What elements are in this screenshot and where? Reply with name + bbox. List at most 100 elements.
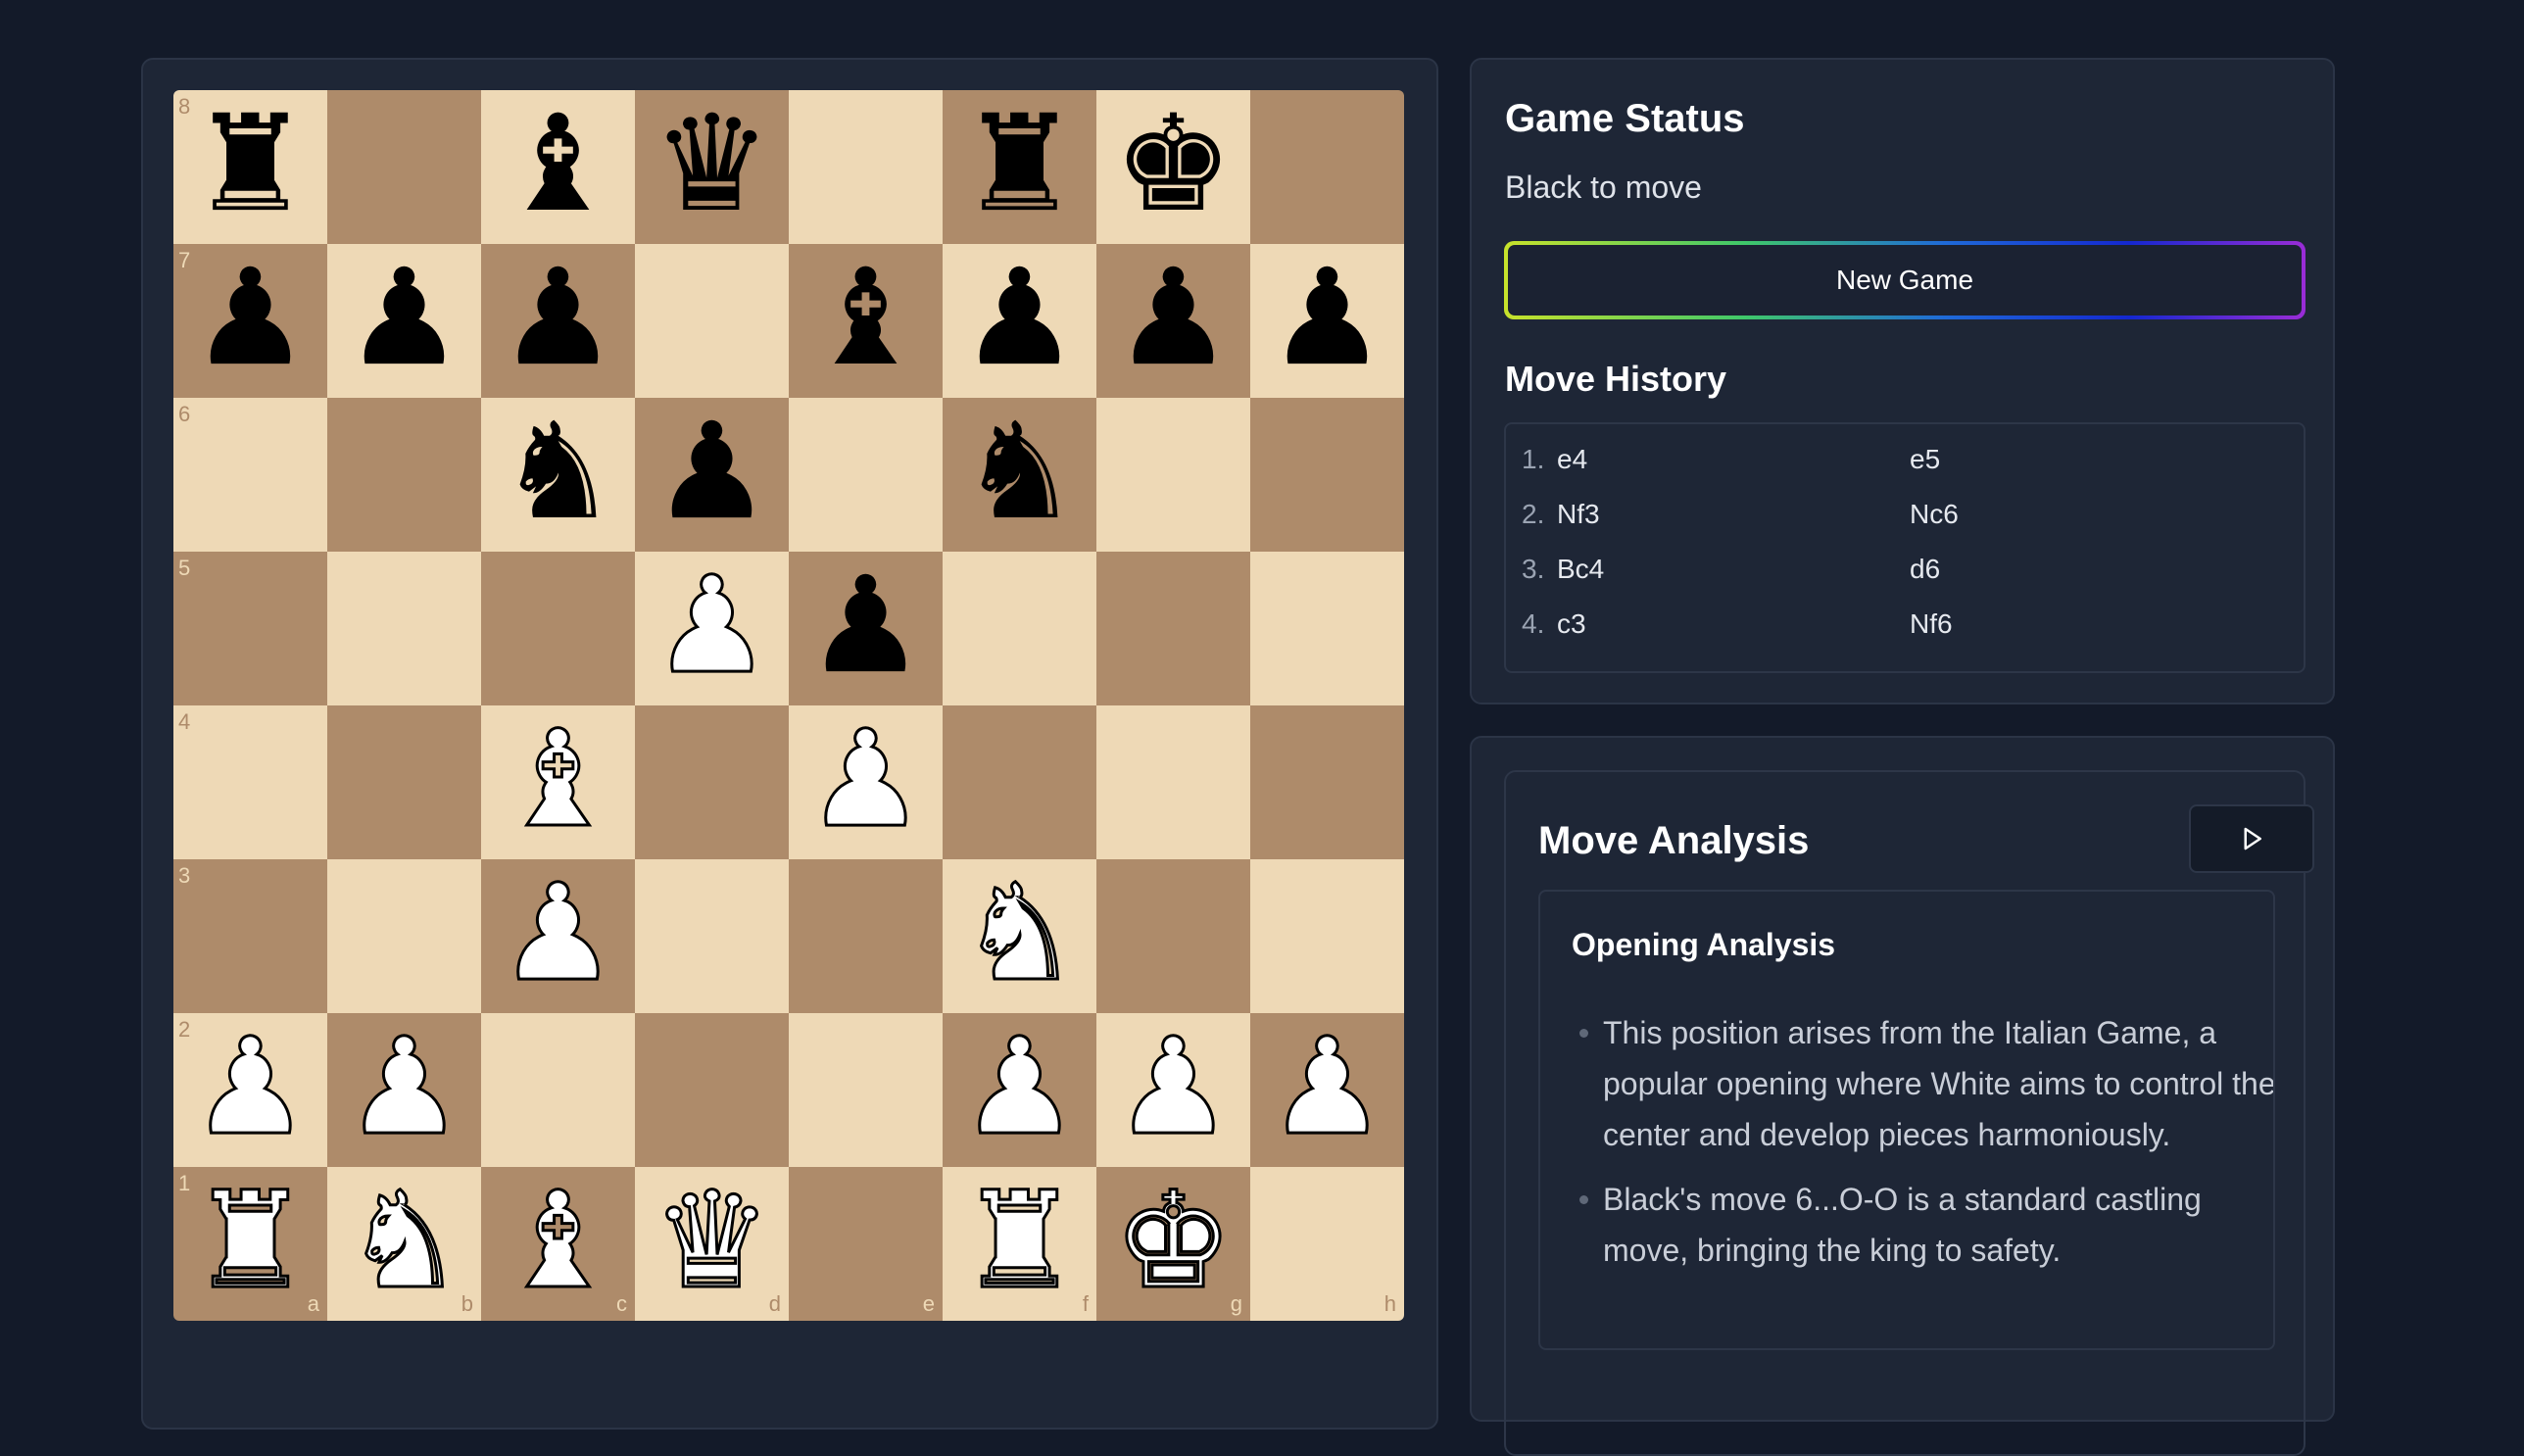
square-d4[interactable] xyxy=(635,705,789,859)
square-e3[interactable] xyxy=(789,859,943,1013)
square-g4[interactable] xyxy=(1096,705,1250,859)
square-c3[interactable]: ♟ xyxy=(481,859,635,1013)
white-move[interactable]: c3 xyxy=(1557,608,1586,640)
white-pawn-piece[interactable]: ♟ xyxy=(343,1019,465,1155)
square-f8[interactable]: ♜ xyxy=(943,90,1096,244)
black-rook-piece[interactable]: ♜ xyxy=(191,98,311,231)
square-e7[interactable]: ♝ xyxy=(789,244,943,398)
black-bishop-piece[interactable]: ♝ xyxy=(806,252,926,385)
square-f6[interactable]: ♞ xyxy=(943,398,1096,552)
black-move[interactable]: e5 xyxy=(1910,444,1940,475)
square-f3[interactable]: ♞ xyxy=(943,859,1096,1013)
square-h8[interactable] xyxy=(1250,90,1404,244)
square-c5[interactable] xyxy=(481,552,635,705)
white-move[interactable]: e4 xyxy=(1557,444,1587,475)
black-knight-piece[interactable]: ♞ xyxy=(499,406,618,539)
black-king-piece[interactable]: ♚ xyxy=(1114,98,1234,231)
square-d5[interactable]: ♟ xyxy=(635,552,789,705)
white-rook-piece[interactable]: ♜ xyxy=(189,1173,312,1309)
square-b6[interactable] xyxy=(327,398,481,552)
square-e5[interactable]: ♟ xyxy=(789,552,943,705)
square-h1[interactable]: h xyxy=(1250,1167,1404,1321)
black-move[interactable]: d6 xyxy=(1910,554,1940,585)
square-a3[interactable]: 3 xyxy=(173,859,327,1013)
square-e6[interactable] xyxy=(789,398,943,552)
white-pawn-piece[interactable]: ♟ xyxy=(1112,1019,1235,1155)
square-c2[interactable] xyxy=(481,1013,635,1167)
black-bishop-piece[interactable]: ♝ xyxy=(499,98,618,231)
white-pawn-piece[interactable]: ♟ xyxy=(651,558,773,694)
square-h6[interactable] xyxy=(1250,398,1404,552)
square-b3[interactable] xyxy=(327,859,481,1013)
square-g3[interactable] xyxy=(1096,859,1250,1013)
square-d8[interactable]: ♛ xyxy=(635,90,789,244)
white-pawn-piece[interactable]: ♟ xyxy=(804,711,927,848)
square-g5[interactable] xyxy=(1096,552,1250,705)
square-g1[interactable]: g ♚ xyxy=(1096,1167,1250,1321)
square-d6[interactable]: ♟ xyxy=(635,398,789,552)
black-pawn-piece[interactable]: ♟ xyxy=(499,252,618,385)
square-h2[interactable]: ♟ xyxy=(1250,1013,1404,1167)
black-pawn-piece[interactable]: ♟ xyxy=(806,559,926,693)
black-pawn-piece[interactable]: ♟ xyxy=(191,252,311,385)
square-b8[interactable] xyxy=(327,90,481,244)
square-d3[interactable] xyxy=(635,859,789,1013)
black-move[interactable]: Nf6 xyxy=(1910,608,1953,640)
square-b2[interactable]: ♟ xyxy=(327,1013,481,1167)
square-d7[interactable] xyxy=(635,244,789,398)
square-c7[interactable]: ♟ xyxy=(481,244,635,398)
white-move[interactable]: Nf3 xyxy=(1557,499,1600,530)
square-g6[interactable] xyxy=(1096,398,1250,552)
square-a5[interactable]: 5 xyxy=(173,552,327,705)
square-g7[interactable]: ♟ xyxy=(1096,244,1250,398)
white-pawn-piece[interactable]: ♟ xyxy=(497,865,619,1001)
square-d1[interactable]: d ♛ xyxy=(635,1167,789,1321)
black-move[interactable]: Nc6 xyxy=(1910,499,1959,530)
black-rook-piece[interactable]: ♜ xyxy=(960,98,1080,231)
white-rook-piece[interactable]: ♜ xyxy=(958,1173,1081,1309)
square-f4[interactable] xyxy=(943,705,1096,859)
square-c6[interactable]: ♞ xyxy=(481,398,635,552)
chess-board[interactable]: 8 ♜ ♝ ♛ ♜ ♚ 7 ♟ ♟ ♟ ♝ ♟ ♟ ♟ 6 ♞ ♟ ♞ 5 ♟ ♟ 4 ♝ ♟ 3 ♟ ♞ 2 ♟ ♟ ♟ ♟ ♟ 1 a ♜ b ♞ c ♝… xyxy=(173,90,1404,1321)
white-bishop-piece[interactable]: ♝ xyxy=(497,1173,619,1309)
black-pawn-piece[interactable]: ♟ xyxy=(345,252,464,385)
square-c8[interactable]: ♝ xyxy=(481,90,635,244)
white-queen-piece[interactable]: ♛ xyxy=(651,1173,773,1309)
square-e1[interactable]: e xyxy=(789,1167,943,1321)
square-g2[interactable]: ♟ xyxy=(1096,1013,1250,1167)
square-h3[interactable] xyxy=(1250,859,1404,1013)
square-a6[interactable]: 6 xyxy=(173,398,327,552)
square-a8[interactable]: 8 ♜ xyxy=(173,90,327,244)
square-f7[interactable]: ♟ xyxy=(943,244,1096,398)
black-knight-piece[interactable]: ♞ xyxy=(960,406,1080,539)
square-e4[interactable]: ♟ xyxy=(789,705,943,859)
square-f1[interactable]: f ♜ xyxy=(943,1167,1096,1321)
square-h7[interactable]: ♟ xyxy=(1250,244,1404,398)
white-knight-piece[interactable]: ♞ xyxy=(343,1173,465,1309)
white-pawn-piece[interactable]: ♟ xyxy=(958,1019,1081,1155)
square-b5[interactable] xyxy=(327,552,481,705)
square-c4[interactable]: ♝ xyxy=(481,705,635,859)
black-pawn-piece[interactable]: ♟ xyxy=(960,252,1080,385)
square-e8[interactable] xyxy=(789,90,943,244)
square-b1[interactable]: b ♞ xyxy=(327,1167,481,1321)
black-queen-piece[interactable]: ♛ xyxy=(653,98,772,231)
square-a1[interactable]: 1 a ♜ xyxy=(173,1167,327,1321)
white-pawn-piece[interactable]: ♟ xyxy=(189,1019,312,1155)
square-f5[interactable] xyxy=(943,552,1096,705)
new-game-button[interactable]: New Game xyxy=(1508,245,2302,315)
square-d2[interactable] xyxy=(635,1013,789,1167)
square-a4[interactable]: 4 xyxy=(173,705,327,859)
square-e2[interactable] xyxy=(789,1013,943,1167)
white-move[interactable]: Bc4 xyxy=(1557,554,1604,585)
white-king-piece[interactable]: ♚ xyxy=(1112,1173,1235,1309)
square-f2[interactable]: ♟ xyxy=(943,1013,1096,1167)
square-b4[interactable] xyxy=(327,705,481,859)
white-bishop-piece[interactable]: ♝ xyxy=(497,711,619,848)
square-a2[interactable]: 2 ♟ xyxy=(173,1013,327,1167)
black-pawn-piece[interactable]: ♟ xyxy=(1268,252,1387,385)
play-analysis-button[interactable] xyxy=(2189,804,2314,873)
square-h4[interactable] xyxy=(1250,705,1404,859)
black-pawn-piece[interactable]: ♟ xyxy=(653,406,772,539)
square-g8[interactable]: ♚ xyxy=(1096,90,1250,244)
